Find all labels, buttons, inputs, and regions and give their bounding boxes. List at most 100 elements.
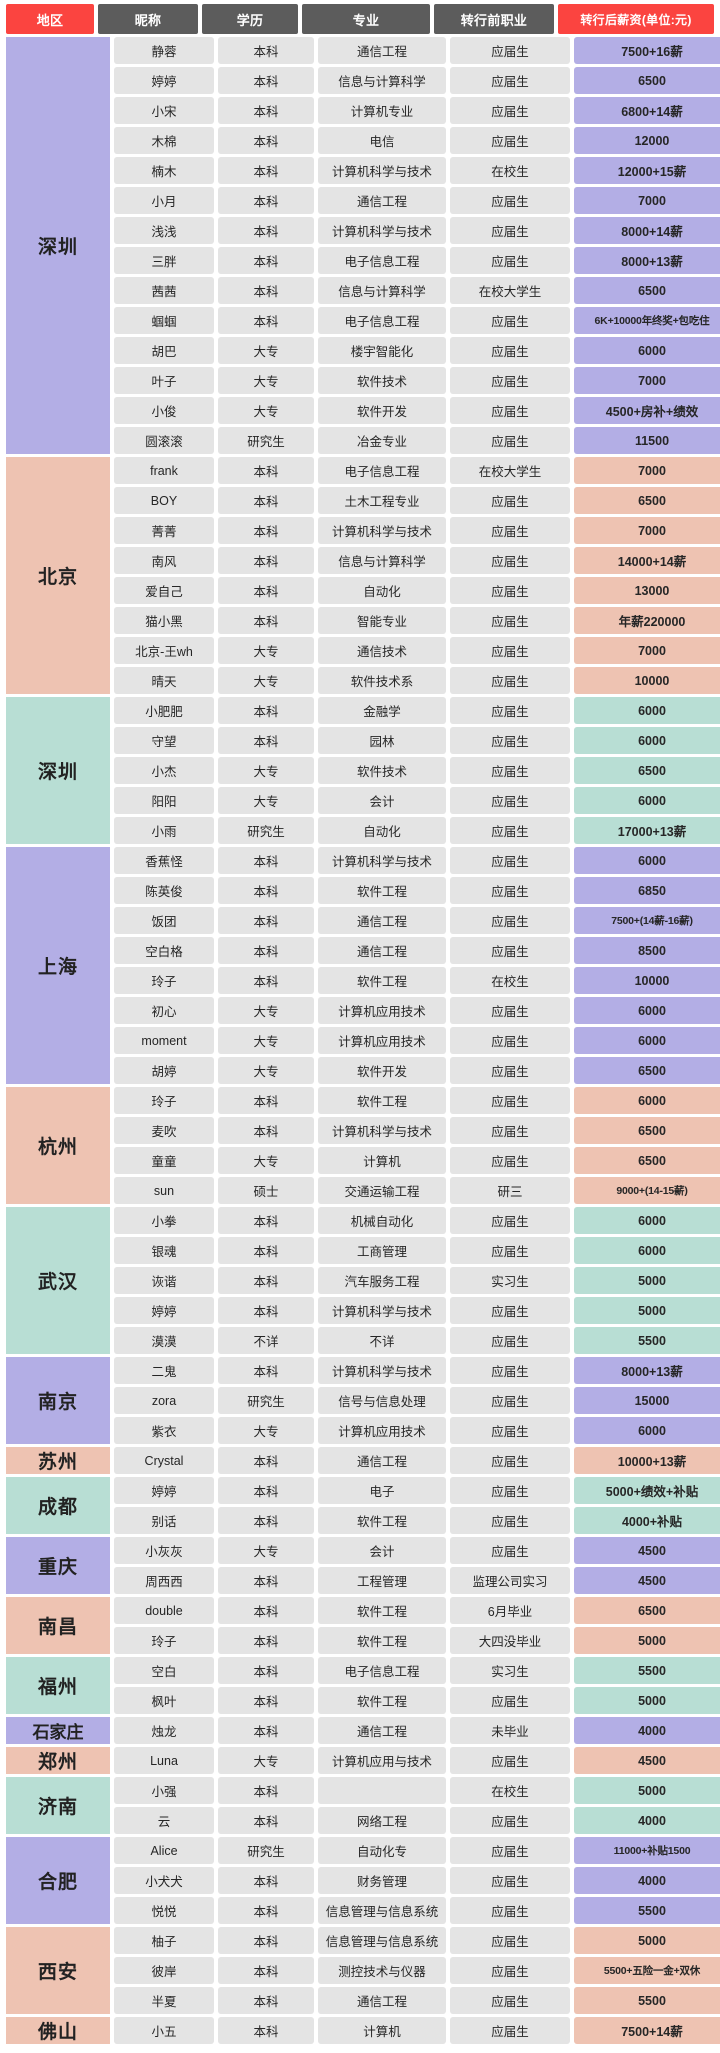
- cell-major: 软件开发: [318, 1057, 446, 1084]
- cell-nickname: 诙谐: [114, 1267, 214, 1294]
- cell-nickname: 小灰灰: [114, 1537, 214, 1564]
- cell-previous-job: 应届生: [450, 1327, 570, 1354]
- table-row: 半夏 本科 通信工程 应届生 5500: [114, 1987, 720, 2014]
- table-row: 猫小黑 本科 智能专业 应届生 年薪220000: [114, 607, 720, 634]
- cell-nickname: 烛龙: [114, 1717, 214, 1744]
- cell-previous-job: 应届生: [450, 727, 570, 754]
- table-row: 胡巴 大专 楼宇智能化 应届生 6000: [114, 337, 720, 364]
- cell-major: 软件工程: [318, 1087, 446, 1114]
- cell-salary: 11000+补贴1500: [574, 1837, 720, 1864]
- cell-previous-job: 应届生: [450, 1117, 570, 1144]
- cell-previous-job: 应届生: [450, 697, 570, 724]
- cell-major: 冶金专业: [318, 427, 446, 454]
- table-row: 婷婷 本科 计算机科学与技术 应届生 5000: [114, 1297, 720, 1324]
- table-row: 小杰 大专 软件技术 应届生 6500: [114, 757, 720, 784]
- cell-salary: 6500: [574, 67, 720, 94]
- cell-education: 本科: [218, 1927, 314, 1954]
- cell-salary: 5000: [574, 1627, 720, 1654]
- cell-salary: 4500: [574, 1537, 720, 1564]
- column-header-major: 专业: [302, 4, 430, 34]
- cell-previous-job: 应届生: [450, 547, 570, 574]
- cell-nickname: 木棉: [114, 127, 214, 154]
- cell-major: 楼宇智能化: [318, 337, 446, 364]
- cell-education: 本科: [218, 67, 314, 94]
- cell-major: 电信: [318, 127, 446, 154]
- cell-salary: 6000: [574, 997, 720, 1024]
- region-cell: 郑州: [6, 1747, 110, 1774]
- table-row: 香蕉怪 本科 计算机科学与技术 应届生 6000: [114, 847, 720, 874]
- cell-major: 通信工程: [318, 37, 446, 64]
- cell-previous-job: 应届生: [450, 217, 570, 244]
- cell-previous-job: 应届生: [450, 187, 570, 214]
- cell-previous-job: 在校生: [450, 967, 570, 994]
- cell-nickname: 胡婷: [114, 1057, 214, 1084]
- cell-nickname: moment: [114, 1027, 214, 1054]
- cell-education: 本科: [218, 247, 314, 274]
- cell-education: 本科: [218, 277, 314, 304]
- cell-salary: 5000: [574, 1267, 720, 1294]
- cell-previous-job: 应届生: [450, 907, 570, 934]
- cell-previous-job: 实习生: [450, 1267, 570, 1294]
- cell-salary: 17000+13薪: [574, 817, 720, 844]
- cell-nickname: 圆滚滚: [114, 427, 214, 454]
- cell-salary: 6500: [574, 277, 720, 304]
- cell-salary: 7000: [574, 457, 720, 484]
- table-row: Alice 研究生 自动化专 应届生 11000+补贴1500: [114, 1837, 720, 1864]
- cell-nickname: 空白格: [114, 937, 214, 964]
- cell-previous-job: 应届生: [450, 817, 570, 844]
- region-cell: 南京: [6, 1357, 110, 1444]
- cell-major: 电子: [318, 1477, 446, 1504]
- table-row: 空白格 本科 通信工程 应届生 8500: [114, 937, 720, 964]
- cell-salary: 6000: [574, 1207, 720, 1234]
- region-cell: 佛山: [6, 2017, 110, 2044]
- cell-previous-job: 应届生: [450, 1297, 570, 1324]
- cell-education: 本科: [218, 157, 314, 184]
- cell-education: 本科: [218, 97, 314, 124]
- cell-salary: 10000+13薪: [574, 1447, 720, 1474]
- cell-previous-job: 应届生: [450, 877, 570, 904]
- cell-previous-job: 应届生: [450, 1207, 570, 1234]
- cell-previous-job: 应届生: [450, 1447, 570, 1474]
- cell-salary: 年薪220000: [574, 607, 720, 634]
- cell-salary: 12000+15薪: [574, 157, 720, 184]
- cell-nickname: 三胖: [114, 247, 214, 274]
- cell-salary: 7000: [574, 187, 720, 214]
- cell-nickname: 别话: [114, 1507, 214, 1534]
- cell-salary: 6500: [574, 1117, 720, 1144]
- table-row: 柚子 本科 信息管理与信息系统 应届生 5000: [114, 1927, 720, 1954]
- cell-previous-job: 应届生: [450, 1837, 570, 1864]
- cell-nickname: 阳阳: [114, 787, 214, 814]
- cell-major: 土木工程专业: [318, 487, 446, 514]
- cell-salary: 5000: [574, 1297, 720, 1324]
- cell-nickname: 柚子: [114, 1927, 214, 1954]
- region-column: 深圳 北京 深圳 上海 杭州 武汉 南京 苏州 成都 重庆 南昌 福州 石家庄 郑州 济南 合肥 西安 佛山: [6, 37, 110, 2047]
- column-header-education: 学历: [202, 4, 298, 34]
- cell-nickname: 银魂: [114, 1237, 214, 1264]
- cell-major: 通信工程: [318, 907, 446, 934]
- cell-nickname: 云: [114, 1807, 214, 1834]
- cell-previous-job: 6月毕业: [450, 1597, 570, 1624]
- cell-salary: 8000+13薪: [574, 1357, 720, 1384]
- cell-salary: 5000: [574, 1927, 720, 1954]
- cell-previous-job: 在校大学生: [450, 457, 570, 484]
- cell-previous-job: 应届生: [450, 667, 570, 694]
- cell-major: 金融学: [318, 697, 446, 724]
- cell-nickname: 玲子: [114, 1087, 214, 1114]
- cell-nickname: 空白: [114, 1657, 214, 1684]
- table-row: 晴天 大专 软件技术系 应届生 10000: [114, 667, 720, 694]
- cell-education: 不详: [218, 1327, 314, 1354]
- cell-nickname: 小犬犬: [114, 1867, 214, 1894]
- cell-salary: 7000: [574, 517, 720, 544]
- cell-previous-job: 应届生: [450, 997, 570, 1024]
- cell-education: 本科: [218, 1357, 314, 1384]
- table-row: 小肥肥 本科 金融学 应届生 6000: [114, 697, 720, 724]
- table-row: 南风 本科 信息与计算科学 应届生 14000+14薪: [114, 547, 720, 574]
- cell-education: 本科: [218, 1597, 314, 1624]
- cell-major: 信息与计算科学: [318, 547, 446, 574]
- cell-previous-job: 大四没毕业: [450, 1627, 570, 1654]
- cell-previous-job: 应届生: [450, 517, 570, 544]
- region-cell: 南昌: [6, 1597, 110, 1654]
- cell-salary: 8000+14薪: [574, 217, 720, 244]
- table-row: 小俊 大专 软件开发 应届生 4500+房补+绩效: [114, 397, 720, 424]
- cell-education: 本科: [218, 1477, 314, 1504]
